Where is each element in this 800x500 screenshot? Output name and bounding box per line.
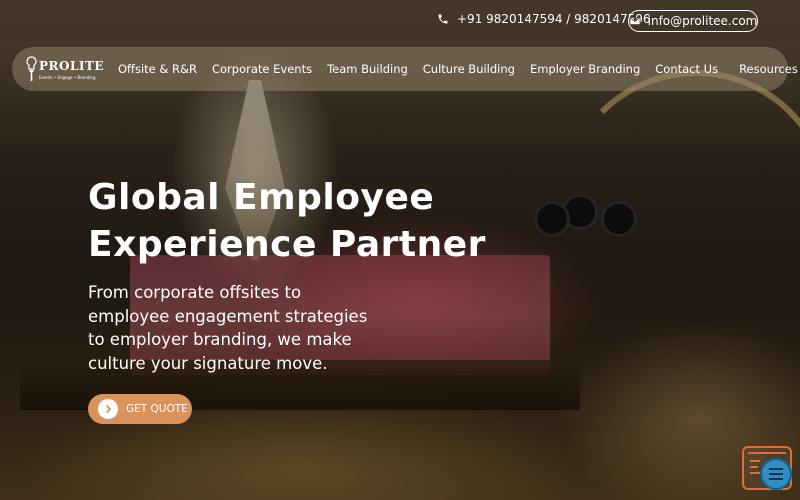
hero-title-line-1: Global Employee	[88, 177, 435, 218]
nav-item-resources[interactable]: Resources	[739, 62, 800, 76]
phone-contact[interactable]: +91 9820147594 / 9820147596	[437, 12, 651, 26]
nav-item-contact-us[interactable]: Contact Us	[655, 62, 718, 76]
nav-menu: Offsite & R&R Corporate Events Team Buil…	[118, 47, 800, 91]
resources-label: Resources	[739, 62, 798, 76]
chat-icon[interactable]	[760, 458, 792, 490]
chevron-right-icon	[98, 399, 118, 419]
get-quote-button[interactable]: GET QUOTE	[88, 394, 192, 424]
nav-item-employer-branding[interactable]: Employer Branding	[530, 62, 640, 76]
email-button[interactable]: info@prolitee.com	[628, 10, 758, 32]
main-navbar: PROLITE Events • Engage • Branding Offsi…	[12, 47, 798, 91]
phone-icon	[437, 13, 449, 25]
top-contact-bar: +91 9820147594 / 9820147596 info@prolite…	[0, 0, 800, 42]
nav-item-team-building[interactable]: Team Building	[327, 62, 408, 76]
nav-item-offsite[interactable]: Offsite & R&R	[118, 62, 197, 76]
logo-tagline: Events • Engage • Branding	[39, 75, 96, 80]
phone-numbers: +91 9820147594 / 9820147596	[457, 12, 651, 26]
nav-item-corporate-events[interactable]: Corporate Events	[212, 62, 312, 76]
envelope-icon	[629, 15, 641, 27]
bulb-icon	[26, 56, 37, 86]
nav-item-culture-building[interactable]: Culture Building	[423, 62, 515, 76]
hero-title: Global Employee Experience Partner	[88, 174, 508, 268]
get-quote-label: GET QUOTE	[126, 403, 188, 415]
logo-wordmark: PROLITE	[39, 59, 105, 73]
email-address: info@prolitee.com	[647, 14, 758, 28]
hero-subtitle: From corporate offsites to employee enga…	[88, 283, 368, 373]
prolite-logo[interactable]: PROLITE Events • Engage • Branding	[26, 54, 104, 86]
hero-title-line-2: Experience Partner	[88, 224, 486, 265]
